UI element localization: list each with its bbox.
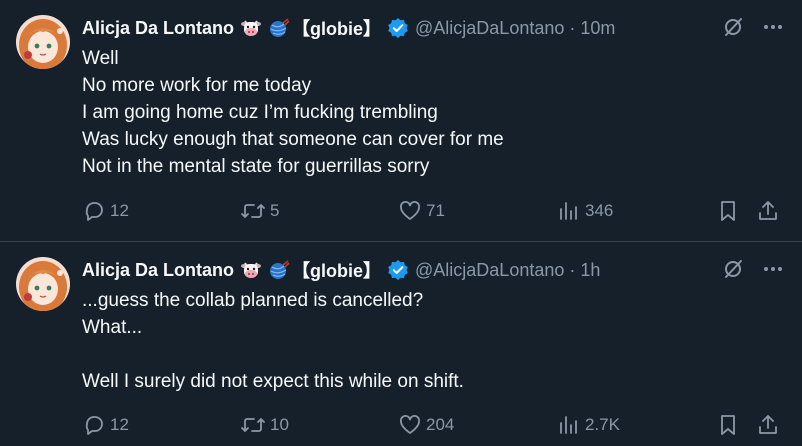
name-suffix: 【globie】 xyxy=(292,19,382,39)
action-bar: 12 10 204 2.7K xyxy=(82,413,786,437)
grok-icon[interactable] xyxy=(722,16,744,38)
avatar[interactable] xyxy=(16,15,70,69)
like-icon xyxy=(400,201,420,220)
yarn-ball-emoji xyxy=(268,259,290,281)
post-text-line: Well I surely did not expect this while … xyxy=(82,371,464,392)
views-icon xyxy=(560,416,577,434)
display-name[interactable]: Alicja Da Lontano xyxy=(82,260,234,281)
bookmark-button[interactable] xyxy=(716,413,740,437)
reply-count: 12 xyxy=(110,415,129,434)
more-icon[interactable] xyxy=(762,16,784,38)
action-bar: 12 5 71 346 xyxy=(82,199,786,223)
display-name[interactable]: Alicja Da Lontano xyxy=(82,18,234,39)
like-count: 204 xyxy=(426,415,455,434)
bookmark-icon xyxy=(721,415,735,435)
bookmark-icon xyxy=(721,201,735,221)
cow-face-emoji xyxy=(240,17,262,39)
verified-badge-icon[interactable] xyxy=(387,259,409,281)
views-button[interactable]: 346 xyxy=(557,199,613,223)
post-text-line xyxy=(82,341,772,368)
repost-icon xyxy=(241,418,265,432)
bookmark-button[interactable] xyxy=(716,199,740,223)
reply-button[interactable]: 12 xyxy=(82,413,129,437)
cow-face-emoji xyxy=(240,259,262,281)
repost-icon xyxy=(241,204,265,218)
reply-button[interactable]: 12 xyxy=(82,199,129,223)
reply-count: 12 xyxy=(110,201,129,220)
share-icon xyxy=(759,201,777,220)
post-text: ...guess the collab planned is cancelled… xyxy=(82,287,772,395)
separator: · xyxy=(569,17,576,38)
views-button[interactable]: 2.7K xyxy=(557,413,620,437)
separator: · xyxy=(569,259,576,280)
share-button[interactable] xyxy=(756,413,780,437)
post-text-line: Was lucky enough that someone can cover … xyxy=(82,129,504,150)
post-text-line: Not in the mental state for guerrillas s… xyxy=(82,156,430,177)
like-icon xyxy=(400,415,420,434)
post[interactable]: Alicja Da Lontano 【globie】 @AlicjaDaLont… xyxy=(0,242,802,446)
avatar[interactable] xyxy=(16,257,70,311)
views-count: 346 xyxy=(585,201,614,220)
repost-button[interactable]: 10 xyxy=(240,413,289,437)
repost-button[interactable]: 5 xyxy=(240,199,279,223)
post-text: Well No more work for me today I am goin… xyxy=(82,45,772,180)
like-button[interactable]: 71 xyxy=(398,199,445,223)
post-text-line: No more work for me today xyxy=(82,75,312,96)
post-text-line: I am going home cuz I’m fucking tremblin… xyxy=(82,102,438,123)
reply-icon xyxy=(85,202,103,221)
views-icon xyxy=(560,202,577,220)
handle[interactable]: @AlicjaDaLontano xyxy=(415,260,564,281)
repost-count: 5 xyxy=(270,201,280,220)
post-text-line: What... xyxy=(82,317,143,338)
post[interactable]: Alicja Da Lontano 【globie】 @AlicjaDaLont… xyxy=(0,0,802,241)
post-text-line: ...guess the collab planned is cancelled… xyxy=(82,290,424,311)
reply-icon xyxy=(85,416,103,435)
name-suffix: 【globie】 xyxy=(292,261,382,281)
timestamp[interactable]: 10m xyxy=(580,18,615,39)
share-button[interactable] xyxy=(756,199,780,223)
yarn-ball-emoji xyxy=(268,17,290,39)
grok-icon[interactable] xyxy=(722,258,744,280)
more-icon[interactable] xyxy=(762,258,784,280)
views-count: 2.7K xyxy=(585,415,620,434)
handle[interactable]: @AlicjaDaLontano xyxy=(415,18,564,39)
share-icon xyxy=(759,415,777,434)
verified-badge-icon[interactable] xyxy=(387,17,409,39)
timestamp[interactable]: 1h xyxy=(580,260,600,281)
repost-count: 10 xyxy=(270,415,289,434)
like-count: 71 xyxy=(426,201,445,220)
post-text-line: Well xyxy=(82,48,119,69)
like-button[interactable]: 204 xyxy=(398,413,454,437)
